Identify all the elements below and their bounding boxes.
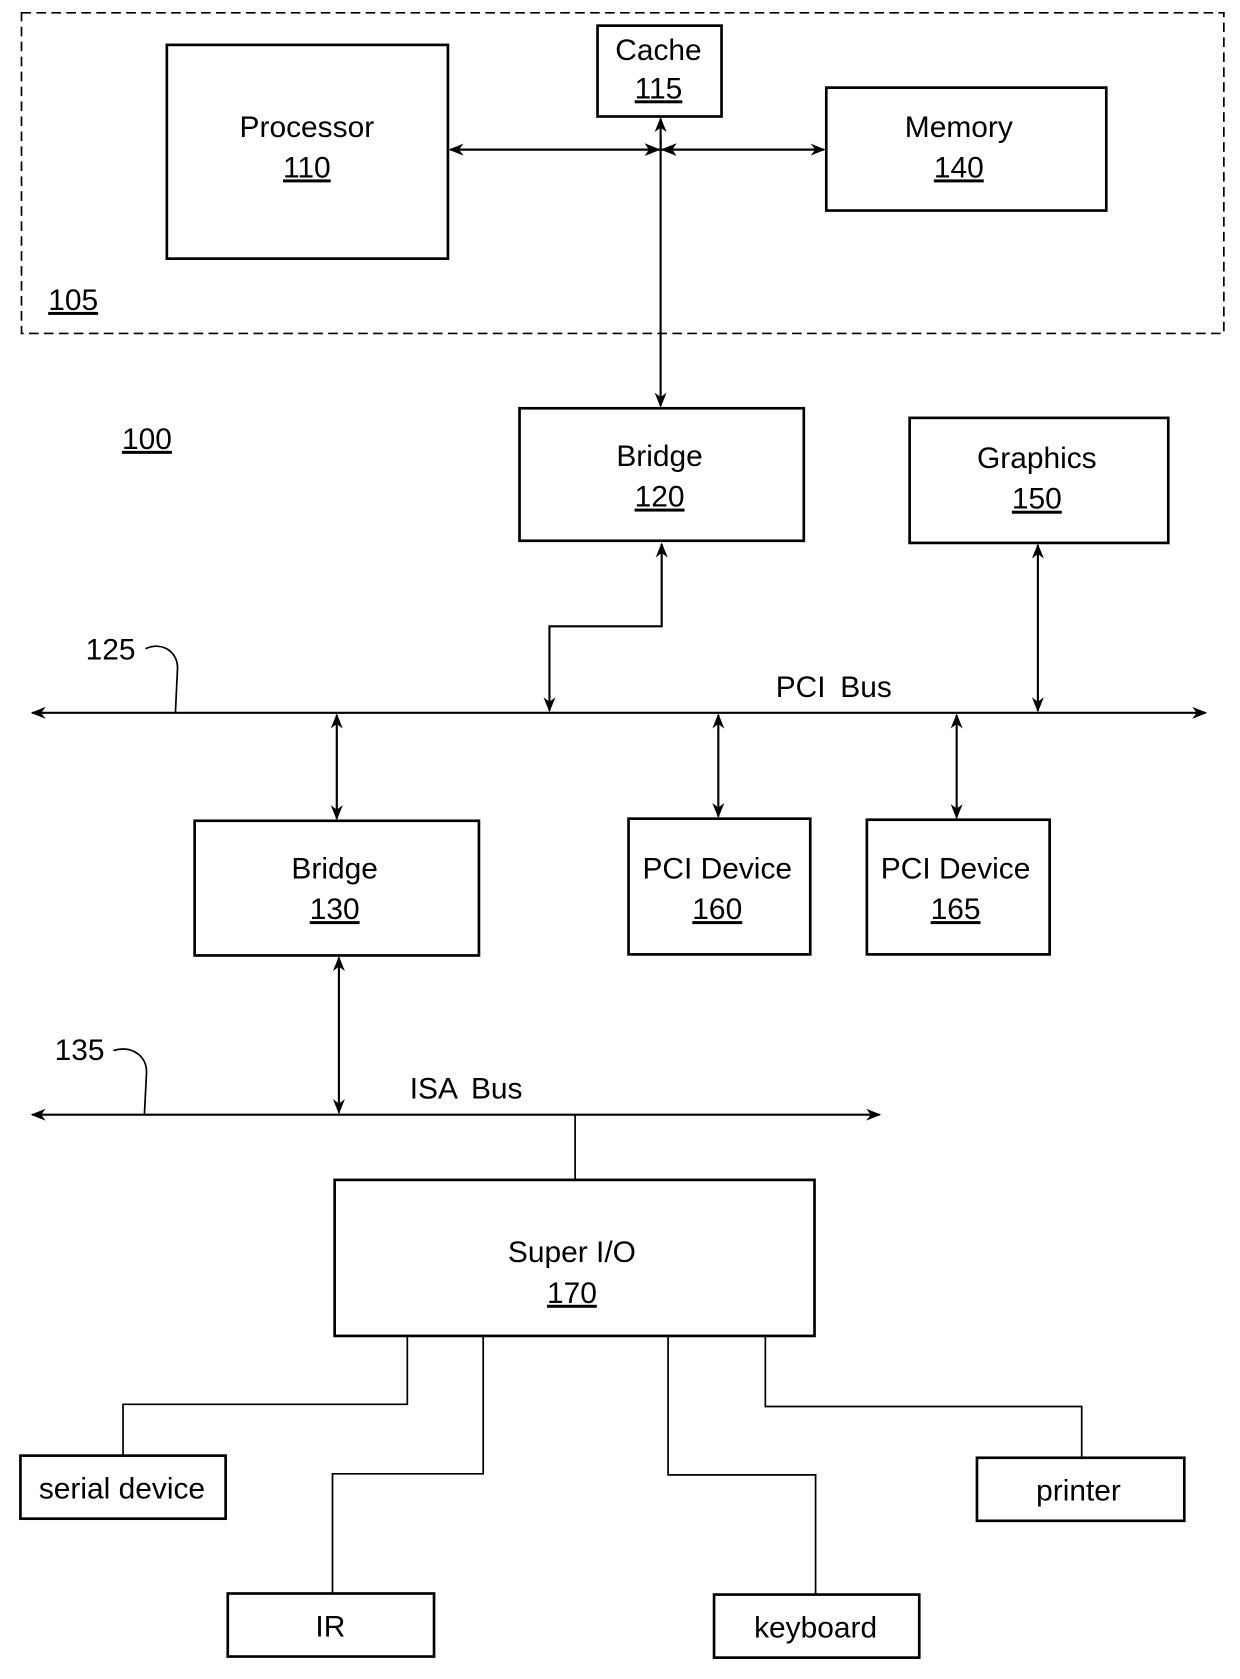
keyboard-link (667, 1335, 817, 1595)
processor-label: Processor (240, 111, 375, 144)
pci-bus-leader (145, 645, 179, 713)
isa-bus-ref: 135 (55, 1034, 105, 1067)
super-io-label: Super I/O (508, 1236, 636, 1269)
pci-bus-ref: 125 (86, 633, 136, 666)
ir-block[interactable]: IR (226, 1592, 436, 1658)
ir-label: IR (315, 1610, 345, 1643)
serial-device-block[interactable]: serial device (19, 1454, 227, 1521)
graphics-label: Graphics (977, 442, 1097, 475)
printer-block[interactable]: printer (975, 1456, 1186, 1523)
keyboard-label: keyboard (754, 1611, 877, 1644)
cache-label: Cache (615, 34, 701, 67)
memory-block[interactable]: Memory 140 (824, 86, 1108, 212)
bridge-130-label: Bridge (291, 853, 377, 886)
serial-device-label: serial device (39, 1472, 205, 1505)
bridge-130-ref: 130 (310, 893, 360, 926)
super-io-block[interactable]: Super I/O 170 (333, 1178, 816, 1338)
processor-block[interactable]: Processor 110 (165, 43, 450, 260)
subsystem-ref-label: 105 (48, 284, 98, 317)
graphics-ref: 150 (1012, 483, 1062, 516)
pci-device-160-ref: 160 (692, 893, 742, 926)
keyboard-block[interactable]: keyboard (712, 1593, 921, 1659)
pci-device-165-label: PCI Device (881, 853, 1031, 886)
pci-device-165-block[interactable]: PCI Device 165 (865, 818, 1051, 956)
bridge-120-ref: 120 (635, 481, 685, 514)
memory-ref: 140 (934, 151, 984, 184)
bridge-120-pci-link (543, 542, 668, 713)
cache-ref: 115 (635, 72, 683, 105)
printer-link (764, 1335, 1083, 1458)
system-ref-label: 100 (122, 423, 172, 456)
block-diagram: 105 Processor 110 Cache 115 Memory 140 1… (19, 11, 1225, 1659)
printer-label: printer (1036, 1475, 1121, 1508)
super-io-ref: 170 (547, 1277, 597, 1310)
pci-device-160-block[interactable]: PCI Device 160 (627, 817, 812, 956)
pci-device-160-label: PCI Device (642, 853, 792, 886)
bridge-130-block[interactable]: Bridge 130 (193, 819, 481, 957)
pci-device-165-ref: 165 (931, 893, 981, 926)
pci-bus-label: PCI Bus (776, 671, 892, 704)
isa-bus-leader (113, 1048, 148, 1115)
memory-label: Memory (905, 111, 1013, 144)
isa-bus-label: ISA Bus (410, 1073, 523, 1106)
bridge-120-block[interactable]: Bridge 120 (518, 406, 806, 543)
graphics-block[interactable]: Graphics 150 (908, 416, 1170, 545)
serial-device-link (122, 1335, 409, 1456)
processor-ref: 110 (283, 151, 331, 184)
cache-block[interactable]: Cache 115 (596, 24, 723, 118)
bridge-120-label: Bridge (616, 440, 702, 473)
